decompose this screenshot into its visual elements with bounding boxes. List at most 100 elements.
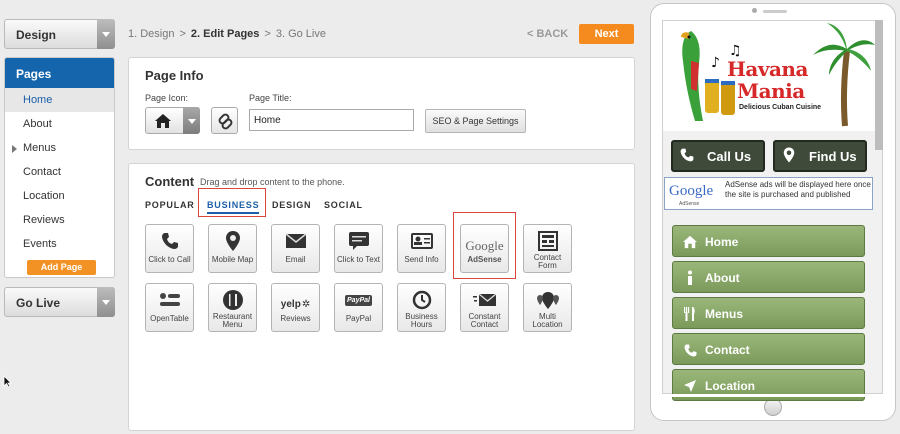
tile-send-info[interactable]: Send Info — [397, 224, 446, 273]
tile-label: Constant Contact — [468, 312, 501, 329]
form-icon — [537, 231, 558, 251]
page-icon-label: Page Icon: — [145, 93, 189, 103]
fork-knife-icon — [222, 290, 243, 310]
envelope-icon — [285, 233, 306, 248]
map-pin-icon — [783, 147, 795, 163]
tile-opentable[interactable]: OpenTable — [145, 283, 194, 332]
tile-mobile-map[interactable]: Mobile Map — [208, 224, 257, 273]
sidebar-item-contact[interactable]: Contact — [5, 160, 114, 184]
multi-pin-icon — [536, 292, 559, 309]
sidebar-item-label: About — [23, 118, 52, 130]
sidebar-item-about[interactable]: About — [5, 112, 114, 136]
phone-nav-about[interactable]: About — [672, 261, 865, 293]
tile-label: Click to Text — [337, 255, 380, 264]
tile-label: Mobile Map — [211, 255, 254, 264]
tile-email[interactable]: Email — [271, 224, 320, 273]
go-live-dropdown-label: Go Live — [16, 296, 61, 310]
sidebar-item-label: Reviews — [23, 214, 65, 226]
step-edit-pages[interactable]: 2. Edit Pages — [191, 28, 259, 40]
tile-label: Restaurant Menu — [212, 312, 253, 329]
tile-paypal[interactable]: PayPal PayPal — [334, 283, 383, 332]
chevron-down-icon — [97, 287, 115, 317]
phone-nav-menus[interactable]: Menus — [672, 297, 865, 329]
sidebar-item-home[interactable]: Home — [5, 88, 114, 112]
tab-social[interactable]: SOCIAL — [324, 200, 363, 210]
svg-text:♪: ♪ — [711, 55, 720, 71]
tile-reviews[interactable]: yelp ✲ Reviews — [271, 283, 320, 332]
phone-nav-contact[interactable]: Contact — [672, 333, 865, 365]
seo-settings-button[interactable]: SEO & Page Settings — [425, 109, 526, 133]
call-us-button[interactable]: Call Us — [671, 140, 765, 172]
tab-popular[interactable]: POPULAR — [145, 200, 195, 210]
phone-speaker — [763, 10, 787, 13]
chevron-down-icon — [97, 19, 115, 49]
site-logo: ♪ ♫ Havana Mania Delicious Cuban Cuisine — [663, 21, 875, 131]
tile-constant-contact[interactable]: Constant Contact — [460, 283, 509, 332]
tile-label: Reviews — [280, 314, 311, 323]
go-live-dropdown[interactable]: Go Live — [4, 287, 115, 317]
tile-label: OpenTable — [150, 314, 189, 323]
tile-label: AdSense — [467, 255, 502, 264]
phone-nav-label: Menus — [705, 307, 744, 321]
sidebar-item-events[interactable]: Events — [5, 232, 114, 256]
sidebar-item-label: Location — [23, 190, 65, 202]
expand-arrow-icon[interactable] — [12, 145, 17, 153]
tile-adsense[interactable]: Google AdSense — [460, 224, 509, 273]
tile-label: Multi Location — [532, 312, 563, 329]
google-logo: Google — [465, 238, 504, 253]
logo-line1: Havana — [727, 57, 808, 81]
next-button[interactable]: Next — [579, 24, 634, 44]
chevron-down-icon — [183, 107, 200, 134]
tile-contact-form[interactable]: Contact Form — [523, 224, 572, 273]
step-go-live[interactable]: 3. Go Live — [276, 28, 326, 40]
paypal-logo: PayPal — [345, 294, 372, 306]
phone-camera-icon — [752, 8, 757, 13]
tile-label: Business Hours — [405, 312, 438, 329]
sidebar-item-label: Home — [23, 94, 53, 106]
sidebar-item-label: Events — [23, 238, 57, 250]
link-button[interactable] — [211, 107, 238, 134]
adsense-notice: AdSense ads will be displayed here once … — [725, 180, 871, 199]
tile-business-hours[interactable]: Business Hours — [397, 283, 446, 332]
tile-multi-location[interactable]: Multi Location — [523, 283, 572, 332]
yelp-logo: yelp — [280, 298, 301, 310]
logo-tagline: Delicious Cuban Cuisine — [739, 104, 822, 111]
tile-restaurant-menu[interactable]: Restaurant Menu — [208, 283, 257, 332]
design-dropdown-label: Design — [16, 28, 57, 42]
phone-nav-home[interactable]: Home — [672, 225, 865, 257]
content-panel: Content Drag and drop content to the pho… — [128, 163, 635, 431]
content-title: Content — [145, 174, 195, 189]
mail-fast-icon — [472, 293, 496, 306]
mouse-cursor-icon — [3, 375, 12, 388]
phone-nav-label: Contact — [705, 343, 750, 357]
tile-click-to-text[interactable]: Click to Text — [334, 224, 383, 273]
pages-panel: Pages Home About Menus Contact Location … — [4, 57, 115, 278]
page-title-input[interactable] — [249, 109, 414, 131]
page-icon-select[interactable] — [145, 107, 200, 134]
sidebar-item-menus[interactable]: Menus — [5, 136, 114, 160]
sidebar-item-location[interactable]: Location — [5, 184, 114, 208]
adsense-google-logo: Google — [669, 183, 714, 199]
tile-click-to-call[interactable]: Click to Call — [145, 224, 194, 273]
pages-panel-title: Pages — [5, 58, 114, 88]
phone-icon — [161, 233, 178, 249]
opentable-icon — [159, 293, 180, 306]
highlight-box — [198, 188, 266, 217]
clock-icon — [412, 290, 431, 310]
step-design[interactable]: 1. Design — [128, 28, 174, 40]
tile-label: Contact Form — [533, 253, 562, 270]
phone-nav-label: Location — [705, 379, 755, 393]
content-hint: Drag and drop content to the phone. — [200, 177, 345, 187]
add-page-button[interactable]: Add Page — [27, 260, 96, 275]
map-pin-icon — [225, 231, 240, 251]
phone-nav-label: About — [705, 271, 740, 285]
phone-bezel-bottom — [662, 394, 883, 397]
page-info-title: Page Info — [145, 68, 204, 83]
find-us-button[interactable]: Find Us — [773, 140, 867, 172]
home-icon — [683, 235, 697, 249]
phone-scrollbar[interactable] — [875, 20, 883, 150]
tab-design[interactable]: DESIGN — [272, 200, 311, 210]
back-button[interactable]: < BACK — [527, 28, 568, 40]
sidebar-item-reviews[interactable]: Reviews — [5, 208, 114, 232]
design-dropdown[interactable]: Design — [4, 19, 115, 49]
